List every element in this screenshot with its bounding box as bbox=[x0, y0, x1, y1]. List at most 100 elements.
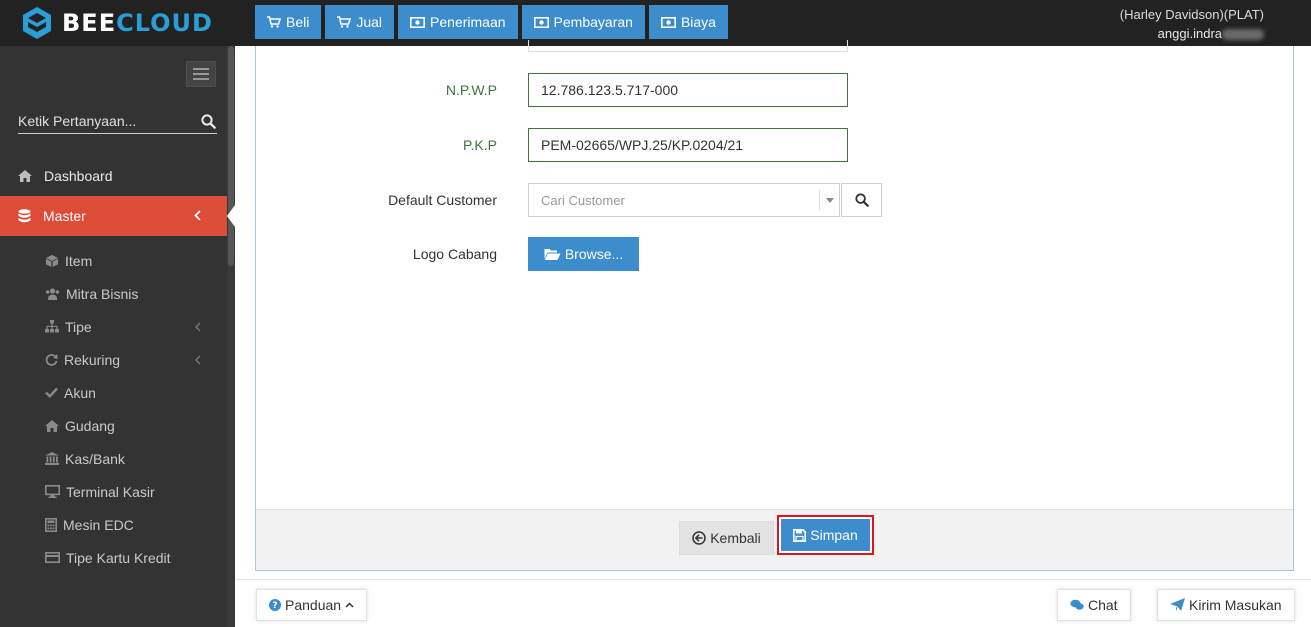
customer-placeholder: Cari Customer bbox=[541, 192, 625, 208]
dropdown-arrow-icon[interactable] bbox=[819, 190, 839, 210]
previous-field-input[interactable] bbox=[528, 40, 848, 52]
customer-search-button[interactable] bbox=[841, 183, 882, 217]
cube-icon bbox=[46, 254, 58, 267]
chat-label: Chat bbox=[1088, 597, 1118, 613]
brand-name: BEECLOUD bbox=[62, 9, 213, 37]
sidebar-item-akun[interactable]: Akun bbox=[0, 376, 227, 409]
jual-button[interactable]: Jual bbox=[325, 5, 395, 39]
sidebar-item-tipe-kartu-kredit[interactable]: Tipe Kartu Kredit bbox=[0, 541, 227, 574]
sidebar-item-label: Kas/Bank bbox=[65, 450, 125, 467]
redacted-email-part bbox=[1222, 29, 1264, 41]
sidebar-item-rekuring[interactable]: Rekuring bbox=[0, 343, 227, 376]
back-button[interactable]: Kembali bbox=[679, 521, 774, 555]
pkp-value: PEM-02665/WPJ.25/KP.0204/21 bbox=[541, 137, 744, 153]
hamburger-line bbox=[193, 73, 209, 75]
pembayaran-button[interactable]: Pembayaran bbox=[521, 5, 645, 39]
chat-icon bbox=[1070, 599, 1084, 610]
desktop-icon bbox=[45, 485, 60, 498]
sidebar-item-gudang[interactable]: Gudang bbox=[0, 409, 227, 442]
penerimaan-label: Penerimaan bbox=[430, 14, 506, 30]
biaya-label: Biaya bbox=[680, 14, 716, 30]
sidebar-item-tipe[interactable]: Tipe bbox=[0, 310, 227, 343]
back-label: Kembali bbox=[710, 530, 761, 546]
sidebar-item-master[interactable]: Master bbox=[0, 196, 227, 236]
sidebar-item-terminal-kasir[interactable]: Terminal Kasir bbox=[0, 475, 227, 508]
npwp-input[interactable]: 12.786.123.5.717-000 bbox=[528, 73, 848, 107]
chevron-up-icon bbox=[345, 602, 354, 608]
send-feedback-button[interactable]: Kirim Masukan bbox=[1157, 589, 1295, 621]
cart-icon bbox=[267, 16, 281, 28]
refresh-icon bbox=[45, 354, 58, 366]
active-item-indicator bbox=[227, 205, 235, 227]
npwp-label: N.P.W.P bbox=[445, 82, 497, 98]
sidebar-scrollbar-thumb[interactable] bbox=[228, 46, 234, 266]
calculator-icon bbox=[45, 517, 57, 532]
sidebar-item-label: Akun bbox=[64, 384, 96, 401]
sidebar-item-label: Terminal Kasir bbox=[66, 483, 155, 500]
save-button-inner[interactable]: Simpan bbox=[781, 519, 870, 551]
beecloud-logo-icon bbox=[23, 7, 51, 39]
sidebar-item-label: Gudang bbox=[65, 417, 115, 434]
brand-part-bee: BEE bbox=[62, 9, 117, 37]
browse-button[interactable]: Browse... bbox=[528, 237, 639, 271]
pembayaran-label: Pembayaran bbox=[553, 14, 633, 30]
company-name: (Harley Davidson)(PLAT) bbox=[1119, 7, 1264, 22]
feedback-label: Kirim Masukan bbox=[1189, 597, 1282, 613]
question-circle-icon: ? bbox=[269, 599, 281, 611]
folder-open-icon bbox=[544, 248, 561, 260]
database-icon bbox=[18, 209, 31, 223]
paper-plane-icon bbox=[1170, 598, 1185, 612]
quick-actions: Beli Jual Penerimaan Pembayaran Biaya bbox=[255, 5, 728, 39]
user-email-prefix: anggi.indra bbox=[1157, 26, 1222, 41]
pkp-label: P.K.P bbox=[463, 137, 497, 153]
jual-label: Jual bbox=[356, 14, 383, 30]
pkp-input[interactable]: PEM-02665/WPJ.25/KP.0204/21 bbox=[528, 128, 848, 162]
cart-icon bbox=[337, 16, 352, 28]
browse-label: Browse... bbox=[564, 246, 624, 262]
default-customer-select[interactable]: Cari Customer bbox=[528, 183, 840, 217]
arrow-circle-left-icon bbox=[692, 531, 706, 545]
search-icon bbox=[854, 193, 869, 207]
money-icon bbox=[533, 16, 549, 28]
chat-button[interactable]: Chat bbox=[1057, 589, 1131, 621]
save-button[interactable]: Simpan bbox=[777, 515, 874, 555]
sidebar-item-label: Master bbox=[43, 208, 86, 224]
default-customer-label: Default Customer bbox=[388, 192, 497, 208]
sidebar-item-label: Dashboard bbox=[44, 168, 113, 184]
home-icon bbox=[45, 419, 59, 432]
check-icon bbox=[45, 387, 58, 398]
sidebar-item-mesin-edc[interactable]: Mesin EDC bbox=[0, 508, 227, 541]
bank-icon bbox=[45, 452, 59, 465]
users-icon bbox=[45, 287, 60, 300]
hamburger-line bbox=[193, 78, 209, 80]
user-email: anggi.indra bbox=[1120, 24, 1264, 43]
sidebar-toggle-button[interactable] bbox=[186, 61, 216, 87]
sidebar-item-label: Mesin EDC bbox=[63, 516, 134, 533]
sidebar-item-label: Rekuring bbox=[64, 351, 121, 368]
user-menu[interactable]: (Harley Davidson)(PLAT) anggi.indra bbox=[1120, 5, 1264, 43]
biaya-button[interactable]: Biaya bbox=[648, 5, 728, 39]
sidebar-item-label: Item bbox=[65, 252, 93, 269]
money-icon bbox=[660, 16, 676, 28]
save-label: Simpan bbox=[810, 527, 858, 543]
form-footer: Kembali Simpan bbox=[256, 509, 1293, 570]
beli-button[interactable]: Beli bbox=[255, 5, 322, 39]
sidebar-item-label: Tipe bbox=[65, 318, 92, 335]
app-logo[interactable]: BEECLOUD bbox=[20, 5, 213, 41]
sidebar: Dashboard Master Item Mitra Bisnis Tipe … bbox=[0, 46, 235, 627]
branch-form-card: N.P.W.P 12.786.123.5.717-000 P.K.P PEM-0… bbox=[255, 40, 1294, 571]
money-icon bbox=[410, 16, 426, 28]
sidebar-item-dashboard[interactable]: Dashboard bbox=[0, 156, 227, 196]
chevron-left-icon bbox=[194, 210, 201, 221]
chevron-left-icon bbox=[195, 322, 201, 332]
guide-button[interactable]: ? Panduan bbox=[256, 589, 368, 621]
hamburger-line bbox=[193, 68, 209, 70]
floppy-disk-icon bbox=[793, 528, 807, 542]
search-icon[interactable] bbox=[201, 114, 216, 129]
credit-card-icon bbox=[45, 552, 60, 563]
sidebar-search-input[interactable] bbox=[18, 110, 193, 132]
sidebar-item-item[interactable]: Item bbox=[0, 244, 227, 277]
sidebar-item-kas-bank[interactable]: Kas/Bank bbox=[0, 442, 227, 475]
penerimaan-button[interactable]: Penerimaan bbox=[398, 5, 518, 39]
sidebar-item-mitra-bisnis[interactable]: Mitra Bisnis bbox=[0, 277, 227, 310]
